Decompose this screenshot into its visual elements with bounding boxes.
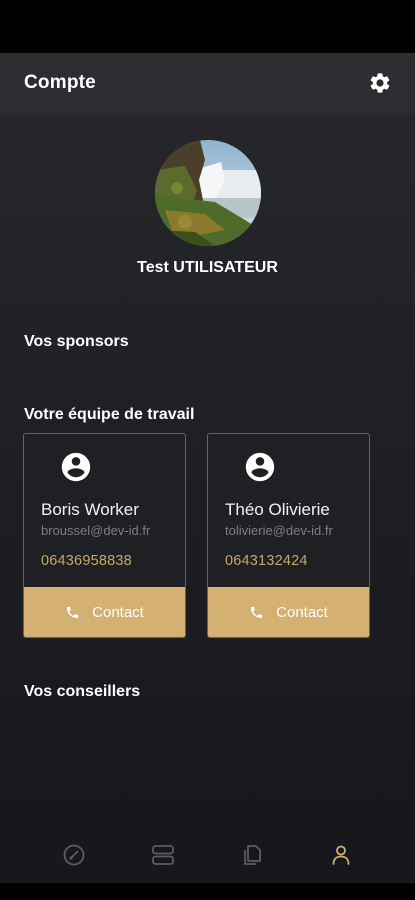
phone-icon bbox=[251, 606, 263, 618]
dashboard-gauge-icon bbox=[63, 844, 85, 866]
status-bar bbox=[0, 0, 415, 53]
waterfall-landscape-photo bbox=[155, 140, 261, 246]
sponsors-heading: Vos sponsors bbox=[24, 333, 129, 350]
nav-list[interactable] bbox=[150, 842, 176, 868]
nav-profile[interactable] bbox=[328, 842, 354, 868]
account-circle-icon bbox=[61, 452, 91, 482]
member-email: broussel@dev-id.fr bbox=[41, 523, 151, 538]
nav-dashboard[interactable] bbox=[61, 842, 87, 868]
contact-button-label: Contact bbox=[276, 603, 328, 621]
user-name: Test UTILISATEUR bbox=[137, 259, 278, 276]
contact-button[interactable]: Contact bbox=[24, 587, 185, 637]
account-content: Test UTILISATEUR Vos sponsors Votre équi… bbox=[0, 113, 415, 827]
team-card: Boris Worker broussel@dev-id.fr 06436958… bbox=[23, 433, 186, 638]
app-bar: Compte bbox=[0, 53, 415, 113]
avatar[interactable] bbox=[155, 140, 261, 246]
gear-icon bbox=[370, 73, 390, 93]
contact-button[interactable]: Contact bbox=[208, 587, 369, 637]
list-stack-icon bbox=[152, 845, 175, 865]
account-circle-icon bbox=[245, 452, 275, 482]
contact-button-label: Contact bbox=[92, 603, 144, 621]
system-bar bbox=[0, 883, 415, 900]
member-name: Boris Worker bbox=[41, 500, 139, 519]
member-phone[interactable]: 06436958838 bbox=[41, 553, 132, 569]
documents-icon bbox=[243, 845, 261, 865]
page-title: Compte bbox=[24, 72, 96, 93]
team-heading: Votre équipe de travail bbox=[24, 406, 195, 423]
bottom-navigation bbox=[0, 827, 415, 883]
nav-documents[interactable] bbox=[239, 842, 265, 868]
phone-icon bbox=[67, 606, 79, 618]
advisors-heading: Vos conseillers bbox=[24, 683, 141, 700]
member-email: tolivierie@dev-id.fr bbox=[225, 523, 333, 538]
member-name: Théo Olivierie bbox=[225, 500, 330, 519]
team-card: Théo Olivierie tolivierie@dev-id.fr 0643… bbox=[207, 433, 370, 638]
member-phone[interactable]: 0643132424 bbox=[225, 553, 308, 569]
profile-icon bbox=[332, 845, 350, 865]
settings-button[interactable] bbox=[367, 70, 393, 96]
